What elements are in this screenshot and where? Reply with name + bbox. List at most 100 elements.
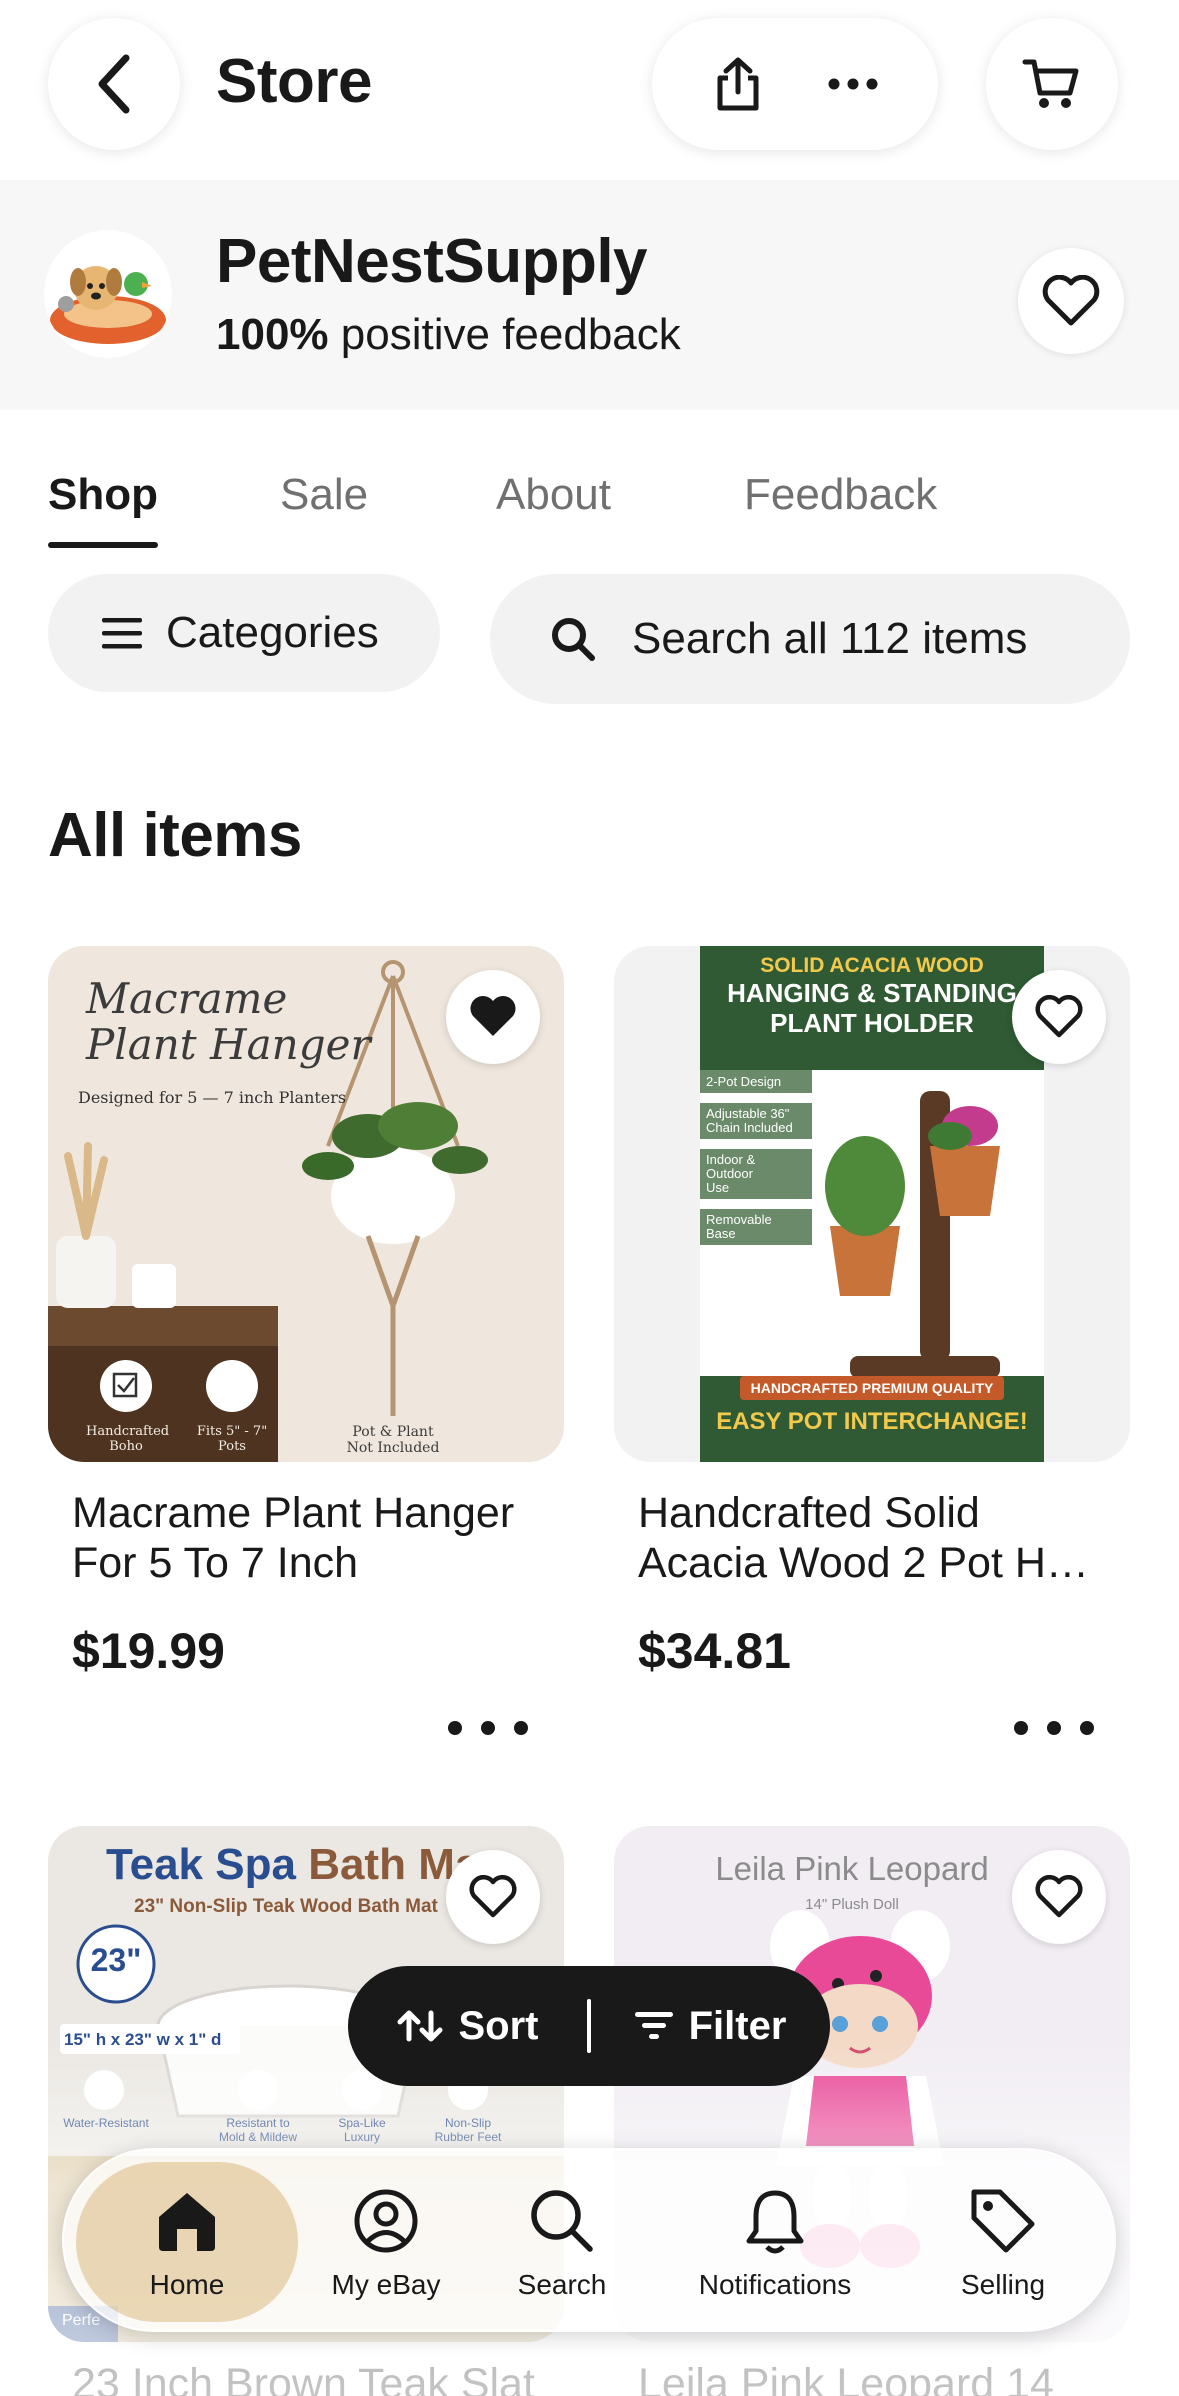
image-note-line1: Pot & Plant: [352, 1424, 434, 1440]
heart-outline-icon: [1042, 275, 1100, 326]
image-subtitle: 23" Non-Slip Teak Wood Bath Mat: [134, 1896, 438, 1917]
store-name: PetNestSupply: [216, 227, 648, 296]
nav-notifications-label: Notifications: [698, 2269, 852, 2300]
image-badge2-line1: Fits 5" - 7": [196, 1424, 268, 1439]
image-heading: Macrame Plant Hanger: [86, 976, 371, 1068]
tab-shop[interactable]: Shop: [48, 470, 158, 520]
follow-store-button[interactable]: [1018, 248, 1124, 354]
sort-icon: [397, 2010, 442, 2042]
sort-label: Sort: [458, 2003, 539, 2048]
item-card[interactable]: SOLID ACACIA WOOD HANGING & STANDING PLA…: [614, 946, 1130, 1735]
sort-filter-bar: Sort Filter: [348, 1966, 830, 2086]
watch-button[interactable]: [446, 1850, 540, 1944]
section-title: All items: [48, 801, 302, 870]
nav-notifications[interactable]: Notifications: [650, 2150, 900, 2334]
header-actions: [652, 18, 938, 150]
watch-button[interactable]: [1012, 970, 1106, 1064]
heart-filled-icon: [470, 996, 516, 1036]
store-search-input[interactable]: Search all 112 items: [490, 574, 1130, 704]
image-poster-bottom: EASY POT INTERCHANGE!: [716, 1408, 1028, 1435]
store-feedback: 100% positive feedback: [216, 310, 681, 360]
nav-home-label: Home: [149, 2269, 225, 2300]
store-logo: [44, 230, 172, 358]
chevron-left-icon: [98, 54, 130, 114]
image-dimensions: 15" h x 23" w x 1" d: [64, 2030, 222, 2049]
share-icon: [717, 57, 758, 111]
image-heading-line2: Plant Hanger: [86, 1020, 371, 1069]
home-icon: [159, 2193, 215, 2251]
tab-about[interactable]: About: [496, 470, 611, 520]
item-title[interactable]: Handcrafted Solid Acacia Wood 2 Pot H…: [638, 1488, 1106, 1588]
image-feature-3a: Spa-Like: [338, 2116, 386, 2130]
image-subtitle: Designed for 5 — 7 inch Planters: [78, 1088, 347, 1107]
tab-feedback[interactable]: Feedback: [744, 470, 937, 520]
item-image[interactable]: Macrame Plant Hanger Designed for 5 — 7 …: [48, 946, 564, 1462]
watch-button[interactable]: [1012, 1850, 1106, 1944]
more-options-button[interactable]: [813, 44, 893, 124]
page-title: Store: [216, 47, 372, 116]
image-note-line2: Not Included: [346, 1440, 440, 1456]
image-poster: SOLID ACACIA WOOD HANGING & STANDING PLA…: [700, 946, 1044, 1462]
nav-home[interactable]: Home: [76, 2150, 298, 2334]
tag-icon: [971, 2189, 1035, 2253]
cart-icon: [1022, 59, 1079, 108]
filter-label: Filter: [688, 2003, 787, 2048]
filter-button[interactable]: Filter: [591, 2004, 830, 2049]
image-badge1-line1: Handcrafted: [86, 1424, 170, 1439]
filter-icon: [634, 2012, 673, 2039]
image-feature-4a: Non-Slip: [444, 2116, 492, 2130]
item-title[interactable]: Leila Pink Leopard 14: [638, 2360, 1054, 2396]
heart-outline-icon: [1035, 995, 1083, 1038]
feedback-percent: 100%: [216, 310, 329, 359]
categories-label: Categories: [166, 608, 379, 657]
more-dot: [448, 1721, 462, 1735]
image-feature: Non-Slip Rubber Feet: [420, 2116, 516, 2144]
item-card[interactable]: Macrame Plant Hanger Designed for 5 — 7 …: [48, 946, 564, 1735]
nav-search[interactable]: Search: [474, 2150, 650, 2334]
more-dot: [481, 1721, 495, 1735]
more-dot: [1014, 1721, 1028, 1735]
heart-outline-icon: [469, 1875, 517, 1918]
item-more-button[interactable]: [1014, 1708, 1094, 1748]
nav-my-ebay-label: My eBay: [331, 2269, 441, 2300]
nav-selling[interactable]: Selling: [900, 2150, 1106, 2334]
item-price: $19.99: [72, 1623, 225, 1679]
nav-search-label: Search: [517, 2269, 607, 2300]
nav-selling-label: Selling: [960, 2269, 1046, 2300]
more-dot: [514, 1721, 528, 1735]
more-horizontal-icon: [828, 78, 877, 90]
image-badge1: Handcrafted Boho: [86, 1424, 170, 1454]
sort-button[interactable]: Sort: [348, 2004, 587, 2049]
image-feature-2a: Resistant to: [226, 2116, 290, 2130]
item-title[interactable]: 23 Inch Brown Teak Slat: [72, 2360, 535, 2396]
nav-my-ebay[interactable]: My eBay: [298, 2150, 474, 2334]
image-note: Pot & Plant Not Included: [338, 1424, 448, 1456]
feedback-text: positive feedback: [340, 310, 681, 359]
item-title[interactable]: Macrame Plant Hanger For 5 To 7 Inch Pla…: [72, 1488, 540, 1588]
item-price: $34.81: [638, 1623, 791, 1679]
more-dot: [1080, 1721, 1094, 1735]
back-button[interactable]: [48, 18, 180, 150]
image-feature: Resistant to Mold & Mildew: [210, 2116, 306, 2144]
image-poster-footer: HANDCRAFTED PREMIUM QUALITY EASY POT INT…: [700, 1376, 1044, 1462]
cart-button[interactable]: [986, 18, 1118, 150]
item-image[interactable]: SOLID ACACIA WOOD HANGING & STANDING PLA…: [614, 946, 1130, 1462]
image-heading-line1: Macrame: [86, 974, 288, 1023]
search-icon: [552, 618, 595, 661]
image-size-badge: 23": [90, 1942, 142, 1978]
share-button[interactable]: [698, 44, 778, 124]
image-badge2: Fits 5" - 7" Pots: [192, 1424, 272, 1454]
store-header: PetNestSupply 100% positive feedback: [0, 180, 1179, 410]
menu-icon: [102, 618, 142, 649]
image-badge1-line2: Boho: [109, 1439, 143, 1454]
tab-sale[interactable]: Sale: [280, 470, 368, 520]
search-icon: [531, 2190, 593, 2252]
image-heading-part1: Teak Spa: [106, 1840, 296, 1889]
item-more-button[interactable]: [448, 1708, 528, 1748]
categories-button[interactable]: Categories: [48, 574, 440, 692]
image-feature: Water-Resistant: [63, 2116, 149, 2130]
image-feature-3b: Luxury: [343, 2130, 381, 2144]
image-feature: Spa-Like Luxury: [314, 2116, 410, 2144]
watch-button[interactable]: [446, 970, 540, 1064]
heart-outline-icon: [1035, 1875, 1083, 1918]
